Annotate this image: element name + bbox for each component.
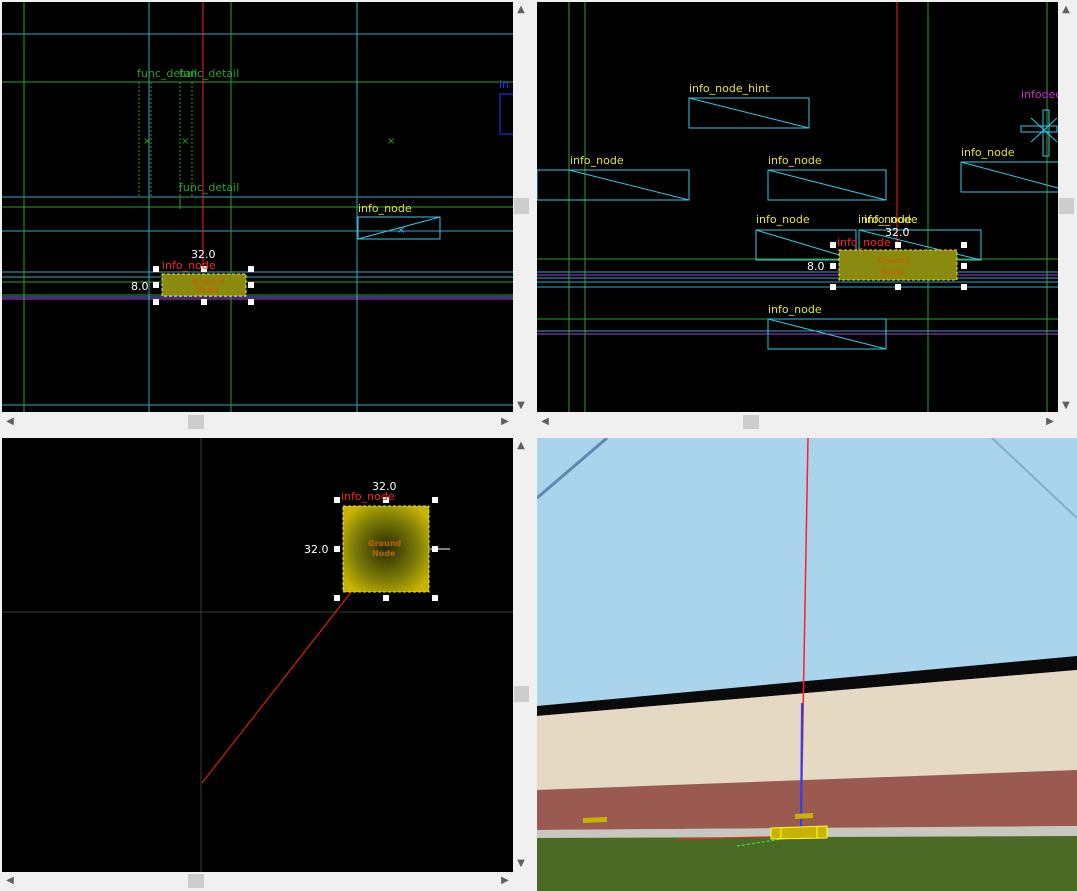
scroll-down-icon[interactable]: ▼ (513, 398, 529, 414)
label-func-detail-2: func_detail (179, 67, 239, 80)
dimension-width: 32.0 (372, 480, 397, 493)
label-info-node-a: info_node (570, 154, 624, 167)
scroll-right-icon[interactable]: ▶ (497, 873, 513, 889)
viewport-bottom-left[interactable]: Ground Node info_node 32.0 32.0 (2, 438, 513, 872)
ground-node-distant[interactable] (795, 813, 813, 819)
svg-text:×: × (181, 136, 189, 147)
viewport-top-right-canvas[interactable]: info_node_hint infodec info_node info_no… (537, 2, 1058, 412)
label-infodecal: infodec (1021, 88, 1058, 101)
blue-axis-line (800, 702, 803, 831)
viewport-3d-camera[interactable] (537, 438, 1077, 891)
scroll-thumb[interactable] (1059, 198, 1074, 214)
infodecal-icon[interactable] (1020, 109, 1058, 157)
scroll-left-icon[interactable]: ◀ (2, 414, 18, 430)
label-info-node-b: info_node (768, 154, 822, 167)
scroll-up-icon[interactable]: ▲ (1058, 2, 1074, 18)
scroll-left-icon[interactable]: ◀ (537, 414, 553, 430)
label-info-node-d: info_node (756, 213, 810, 226)
label-info-node-right: info_node (358, 202, 412, 215)
grid-lines (537, 2, 1058, 412)
selected-ground-node[interactable]: Ground Node (830, 242, 967, 290)
viewport-3d-canvas[interactable] (537, 438, 1077, 891)
scroll-left-icon[interactable]: ◀ (2, 873, 18, 889)
label-info-node-c: info_node (961, 146, 1015, 159)
svg-text:×: × (397, 225, 405, 236)
scroll-thumb[interactable] (514, 686, 529, 702)
dimension-height: 8.0 (807, 260, 825, 273)
dimension-height: 8.0 (131, 280, 149, 293)
label-info-node-selected: info_node (837, 236, 891, 249)
scrollbar-horizontal-top-left[interactable]: ◀ ▶ (2, 412, 513, 432)
selected-ground-node[interactable]: Ground Node (334, 497, 438, 601)
svg-text:×: × (143, 136, 151, 147)
svg-text:Ground: Ground (877, 256, 910, 265)
dimension-height: 32.0 (304, 543, 329, 556)
scroll-up-icon[interactable]: ▲ (513, 2, 529, 18)
scroll-right-icon[interactable]: ▶ (1042, 414, 1058, 430)
label-info-node-hint: info_node_hint (689, 82, 770, 95)
scroll-thumb[interactable] (188, 415, 204, 429)
grid-lines (2, 438, 513, 872)
label-info-node-f: info_node (864, 213, 918, 226)
label-info-node-g: info_node (768, 303, 822, 316)
svg-text:×: × (387, 136, 395, 147)
scroll-thumb[interactable] (514, 198, 529, 214)
ground-grass (537, 836, 1077, 891)
label-func-detail-3: func_detail (179, 181, 239, 194)
svg-text:Node: Node (195, 285, 219, 294)
viewport-bottom-left-canvas[interactable]: Ground Node info_node 32.0 32.0 (2, 438, 513, 872)
label-info-fragment: in (499, 78, 509, 91)
scroll-down-icon[interactable]: ▼ (1058, 398, 1074, 414)
info-node-box-c[interactable] (960, 161, 1058, 193)
viewport-top-left[interactable]: × × × func_detail func_detail func_detai… (2, 2, 513, 412)
svg-text:Node: Node (372, 549, 396, 558)
scrollbar-horizontal-bottom-left[interactable]: ◀ ▶ (2, 872, 513, 891)
scroll-thumb[interactable] (743, 415, 759, 429)
scrollbar-vertical-bottom-left[interactable]: ▲ ▼ (513, 438, 530, 872)
grid-lines (2, 2, 513, 412)
scroll-up-icon[interactable]: ▲ (513, 438, 529, 454)
ground-node-3d[interactable] (770, 825, 828, 840)
info-node-box-a[interactable] (537, 169, 690, 201)
ground-node-distant[interactable] (583, 817, 607, 823)
svg-text:Ground: Ground (368, 539, 401, 548)
viewport-top-right[interactable]: info_node_hint infodec info_node info_no… (537, 2, 1058, 412)
svg-text:Node: Node (881, 268, 905, 277)
scrollbar-horizontal-top-right[interactable]: ◀ ▶ (537, 412, 1058, 432)
scroll-down-icon[interactable]: ▼ (513, 856, 529, 872)
dimension-width: 32.0 (885, 226, 910, 239)
scroll-right-icon[interactable]: ▶ (497, 414, 513, 430)
viewport-top-left-canvas[interactable]: × × × func_detail func_detail func_detai… (2, 2, 513, 412)
scroll-thumb[interactable] (188, 874, 204, 888)
scrollbar-vertical-top-right[interactable]: ▲ ▼ (1058, 2, 1075, 412)
scrollbar-vertical-top-left[interactable]: ▲ ▼ (513, 2, 530, 412)
blue-entity-fragment[interactable] (499, 93, 513, 135)
dimension-width: 32.0 (191, 248, 216, 261)
